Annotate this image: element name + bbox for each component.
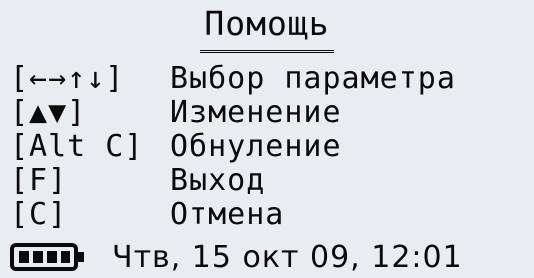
status-bar: Чтв, 15 окт 09, 12:01: [0, 236, 534, 278]
help-item-exit: [F] Выход: [10, 164, 532, 198]
help-key-change: [▲▼]: [10, 95, 87, 130]
help-key-exit: [F]: [10, 163, 68, 198]
datetime-display: Чтв, 15 окт 09, 12:01: [112, 239, 463, 275]
help-label-exit: Выход: [170, 163, 266, 198]
help-label-reset: Обнуление: [170, 129, 342, 164]
help-list: [←→↑↓] Выбор параметра [▲▼] Изменение [A…: [10, 62, 532, 232]
page-title: Помощь: [200, 4, 334, 53]
help-label-navigate: Выбор параметра: [170, 61, 456, 96]
help-key-navigate: [←→↑↓]: [10, 61, 125, 96]
device-lcd-screen: Помощь [←→↑↓] Выбор параметра [▲▼] Измен…: [0, 0, 534, 278]
help-item-change: [▲▼] Изменение: [10, 96, 532, 130]
help-key-cancel: [C]: [10, 197, 68, 232]
help-item-reset: [Alt C] Обнуление: [10, 130, 532, 164]
help-item-navigate: [←→↑↓] Выбор параметра: [10, 62, 532, 96]
help-item-cancel: [C] Отмена: [10, 198, 532, 232]
help-label-change: Изменение: [170, 95, 342, 130]
title-bar: Помощь: [0, 4, 534, 53]
help-label-cancel: Отмена: [170, 197, 285, 232]
help-key-reset: [Alt C]: [10, 129, 144, 164]
battery-full-icon: [10, 242, 86, 272]
